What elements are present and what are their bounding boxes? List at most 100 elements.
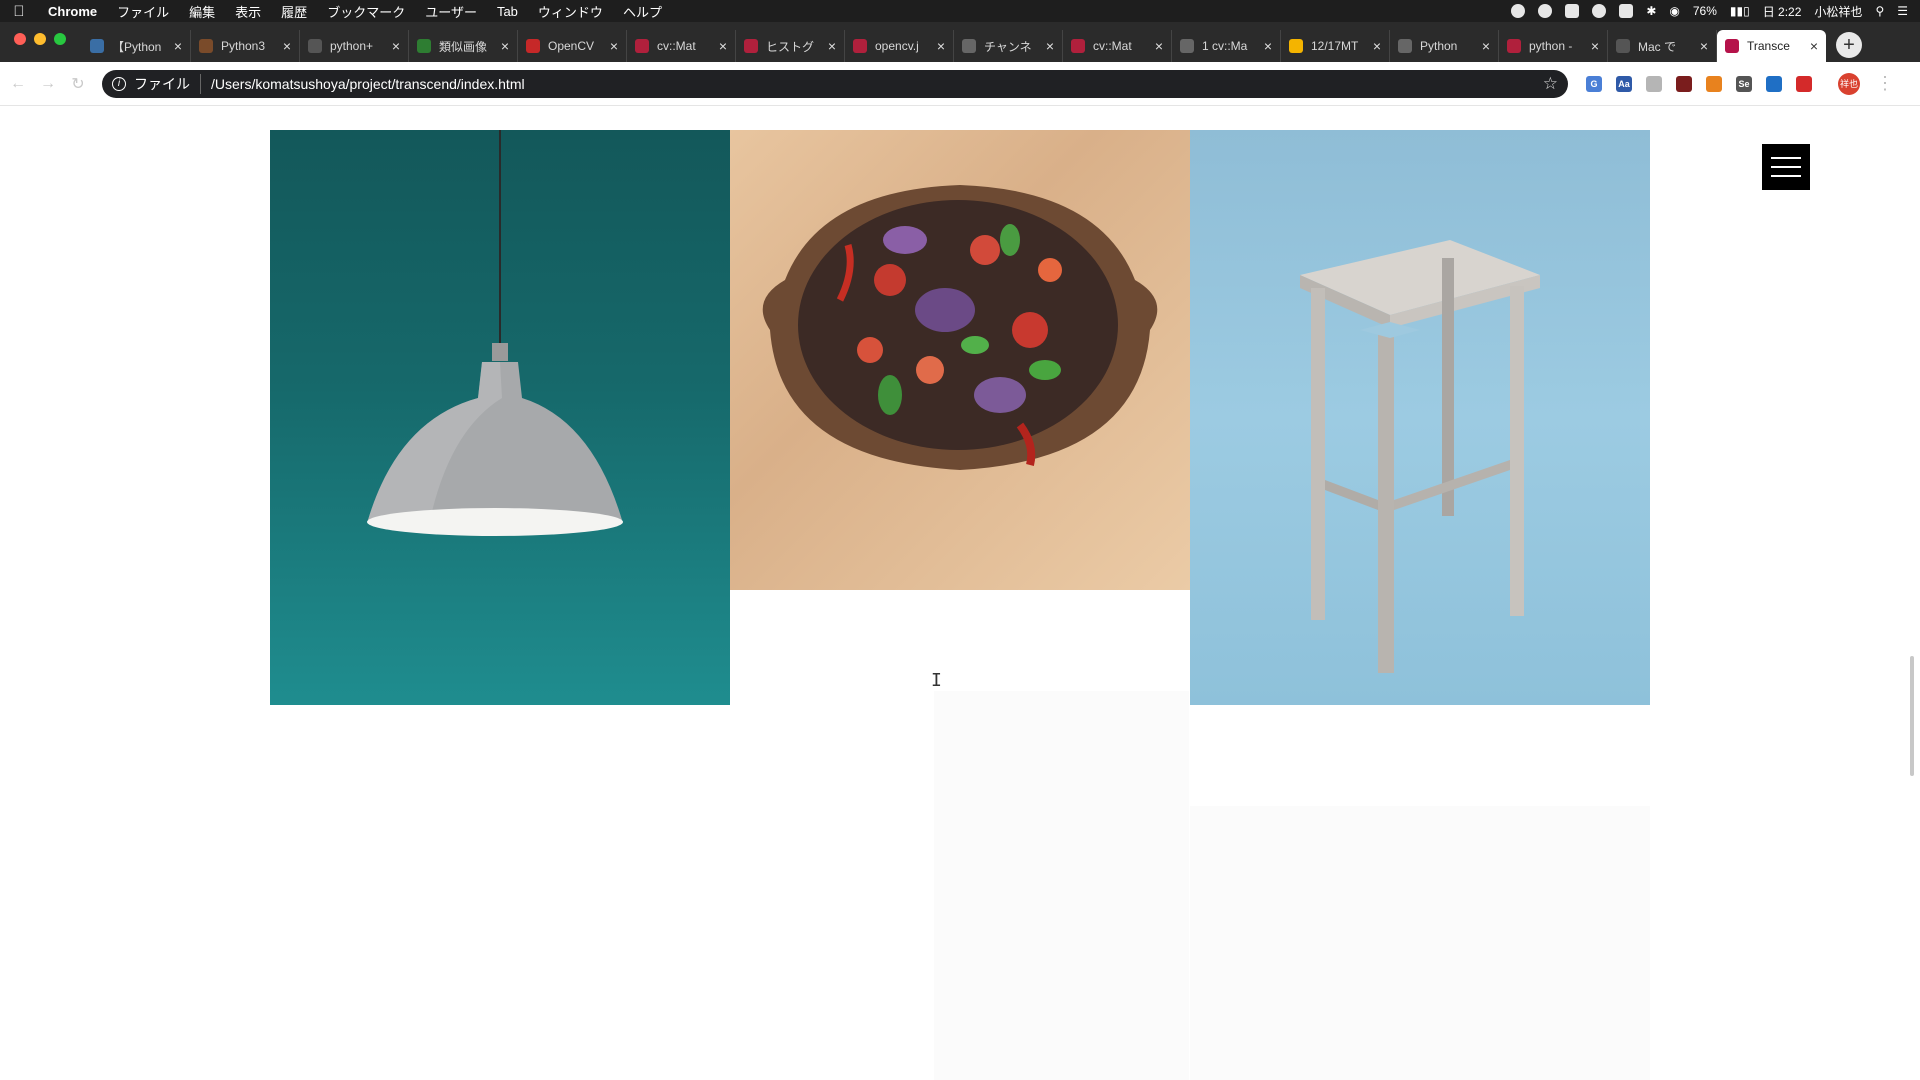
- qr-extension-icon[interactable]: [1676, 75, 1692, 92]
- browser-tab[interactable]: 1 cv::Ma ×: [1172, 30, 1281, 62]
- tab-title: cv::Mat: [1093, 39, 1132, 53]
- slides-icon: [1289, 39, 1303, 53]
- profile-avatar[interactable]: 祥也: [1838, 72, 1860, 95]
- menu-users[interactable]: ユーザー: [425, 2, 477, 21]
- tab-title: cv::Mat: [657, 39, 696, 53]
- back-arrow-icon[interactable]: ←: [6, 75, 30, 93]
- forward-arrow-icon[interactable]: →: [36, 75, 60, 93]
- browser-tab[interactable]: ヒストグ ×: [736, 30, 845, 62]
- browser-tab[interactable]: opencv.j ×: [845, 30, 954, 62]
- selenium-extension-icon[interactable]: Se: [1736, 75, 1752, 92]
- tab-title: python -: [1529, 39, 1573, 53]
- close-window-button[interactable]: [14, 33, 26, 45]
- close-tab-icon[interactable]: ×: [1591, 38, 1599, 54]
- clock[interactable]: 日 2:22: [1763, 3, 1802, 20]
- address-bar[interactable]: i ファイル /Users/komatsushoya/project/trans…: [102, 69, 1568, 98]
- close-tab-icon[interactable]: ×: [1264, 38, 1272, 54]
- menu-view[interactable]: 表示: [235, 2, 261, 21]
- menu-edit[interactable]: 編集: [189, 2, 215, 21]
- menu-tab[interactable]: Tab: [497, 4, 518, 19]
- browser-tab[interactable]: チャンネ ×: [954, 30, 1063, 62]
- qiita-icon: [853, 39, 867, 53]
- evernote-icon[interactable]: [1565, 4, 1580, 18]
- close-tab-icon[interactable]: ×: [1155, 38, 1163, 54]
- close-tab-icon[interactable]: ×: [1482, 38, 1490, 54]
- browser-tab[interactable]: 12/17MT ×: [1281, 30, 1390, 62]
- tab-title: OpenCV: [548, 39, 595, 53]
- bookmark-star-icon[interactable]: ☆: [1543, 74, 1558, 94]
- dictionary-extension-icon[interactable]: Aa: [1616, 75, 1632, 92]
- menu-kebab-icon[interactable]: ⋮: [1876, 73, 1894, 94]
- status-area: ✱ ◉ 76% ▮▮▯ 日 2:22 小松祥也 ⚲ ☰: [1511, 3, 1908, 20]
- close-tab-icon[interactable]: ×: [1700, 38, 1708, 54]
- hamburger-line-icon: [1771, 166, 1801, 168]
- browser-tab[interactable]: Python ×: [1390, 30, 1499, 62]
- close-tab-icon[interactable]: ×: [937, 38, 945, 54]
- screen-extension-icon[interactable]: [1646, 75, 1662, 92]
- close-tab-icon[interactable]: ×: [1810, 38, 1818, 54]
- tab-title: 【Python: [112, 39, 162, 54]
- browser-tab[interactable]: 類似画像 ×: [409, 30, 518, 62]
- pendant-lamp-photo: [270, 130, 730, 705]
- wifi-icon[interactable]: ◉: [1669, 4, 1679, 18]
- record-icon[interactable]: [1511, 4, 1526, 18]
- close-tab-icon[interactable]: ×: [501, 38, 509, 54]
- close-tab-icon[interactable]: ×: [610, 38, 618, 54]
- browser-tab[interactable]: Mac で ×: [1608, 30, 1717, 62]
- url-text[interactable]: /Users/komatsushoya/project/transcend/in…: [211, 76, 1543, 92]
- browser-tab[interactable]: python+ ×: [300, 30, 409, 62]
- browser-tab[interactable]: 【Python ×: [82, 30, 191, 62]
- hamburger-menu-button[interactable]: [1762, 144, 1810, 190]
- zoom-window-button[interactable]: [54, 33, 66, 45]
- bluetooth-icon[interactable]: ✱: [1646, 4, 1656, 18]
- apple-menu-icon[interactable]: : [12, 3, 26, 20]
- minimize-window-button[interactable]: [34, 33, 46, 45]
- browser-tab[interactable]: OpenCV ×: [518, 30, 627, 62]
- web-extension-icon[interactable]: [1766, 75, 1782, 92]
- close-tab-icon[interactable]: ×: [828, 38, 836, 54]
- battery-icon[interactable]: ▮▮▯: [1730, 4, 1750, 18]
- translate-extension-icon[interactable]: G: [1586, 75, 1602, 92]
- browser-tab[interactable]: Transce ×: [1717, 30, 1826, 62]
- input-method-icon[interactable]: [1619, 4, 1634, 18]
- tab-list: 【Python × Python3 × python+ × 類似画像 × OpenCV × cv::…: [82, 28, 1826, 62]
- metamask-extension-icon[interactable]: [1706, 75, 1722, 92]
- lamp-illustration: [367, 130, 623, 536]
- browser-toolbar: ← → ↻ i ファイル /Users/komatsushoya/project…: [0, 62, 1920, 106]
- creative-cloud-icon[interactable]: [1592, 4, 1607, 18]
- tab-title: ヒストグ: [766, 39, 815, 54]
- menu-file[interactable]: ファイル: [117, 2, 169, 21]
- video-extension-icon[interactable]: [1796, 75, 1812, 92]
- browser-tab[interactable]: python - ×: [1499, 30, 1608, 62]
- site-info-icon[interactable]: i: [112, 76, 126, 91]
- notification-center-icon[interactable]: ☰: [1897, 4, 1908, 18]
- close-tab-icon[interactable]: ×: [174, 38, 182, 54]
- close-tab-icon[interactable]: ×: [392, 38, 400, 54]
- page-scrollbar[interactable]: [1910, 656, 1914, 776]
- globe-icon: [1180, 39, 1194, 53]
- browser-tab[interactable]: Python3 ×: [191, 30, 300, 62]
- salad-bowl-photo: [730, 130, 1190, 590]
- menu-app-name[interactable]: Chrome: [48, 4, 97, 19]
- tab-title: Python3: [221, 39, 266, 53]
- qiita-icon: [744, 39, 758, 53]
- text-cursor-icon: I: [931, 670, 942, 691]
- battery-percent[interactable]: 76%: [1693, 4, 1717, 18]
- tab-title: 1 cv::Ma: [1202, 39, 1248, 53]
- menu-history[interactable]: 履歴: [281, 2, 307, 21]
- new-tab-button[interactable]: +: [1836, 32, 1862, 58]
- user-name[interactable]: 小松祥也: [1814, 3, 1862, 20]
- close-tab-icon[interactable]: ×: [1046, 38, 1054, 54]
- browser-tab[interactable]: cv::Mat ×: [1063, 30, 1172, 62]
- close-tab-icon[interactable]: ×: [1373, 38, 1381, 54]
- menu-help[interactable]: ヘルプ: [623, 2, 662, 21]
- spotlight-search-icon[interactable]: ⚲: [1875, 4, 1884, 18]
- menu-window[interactable]: ウィンドウ: [538, 2, 603, 21]
- menu-bookmarks[interactable]: ブックマーク: [327, 2, 405, 21]
- reload-icon[interactable]: ↻: [66, 74, 90, 94]
- browser-tab[interactable]: cv::Mat ×: [627, 30, 736, 62]
- close-tab-icon[interactable]: ×: [283, 38, 291, 54]
- grammarly-icon[interactable]: [1538, 4, 1553, 18]
- tab-title: 類似画像: [439, 39, 488, 54]
- close-tab-icon[interactable]: ×: [719, 38, 727, 54]
